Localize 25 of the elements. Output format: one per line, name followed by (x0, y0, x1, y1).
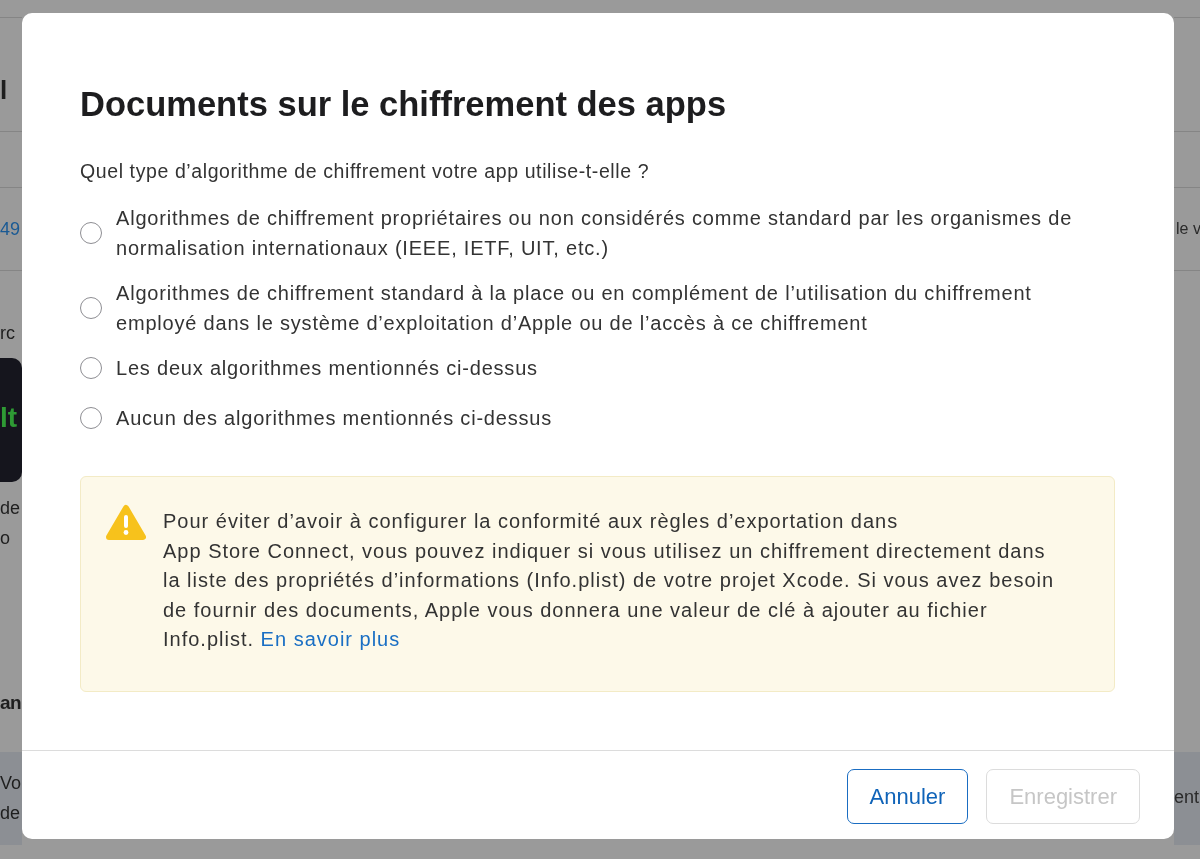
page-heading: l (0, 74, 8, 107)
footer-text: Vo (0, 772, 22, 795)
label-text: rc (0, 322, 15, 345)
link[interactable]: 49 (0, 214, 21, 244)
question-text: Quel type d’algorithme de chiffrement votre app utilise-t-elle ? (80, 159, 651, 184)
caption-text: o (0, 527, 10, 550)
notice-text: Pour éviter d’avoir à configurer la conformité aux règles d’exportation dans App Store Connect, vous pouvez indiquer si vous utilisez un chiffrement directement dans la liste des propriétés d’informations (Info.plist) de votre projet Xcode. Si vous avez besoin de fournir des documents, Apple vous donnera une valeur de clé à ajouter au fichier Info.plist. En savoir plus (163, 509, 1056, 652)
radio-button[interactable] (80, 357, 102, 379)
radio-button[interactable] (80, 297, 102, 319)
app-logo: lt (0, 358, 22, 482)
cancel-button[interactable]: Annuler (846, 769, 969, 824)
caption-text: de (0, 497, 21, 520)
warning-icon (106, 504, 146, 541)
option-label: Les deux algorithmes mentionnés ci-dessus (116, 356, 538, 381)
option-label: Algorithmes de chiffrement standard à la place ou en complément de l’utilisation du chiffrement employé dans le système d’exploitation d’Apple ou de l’accès à ce chiffrement (116, 281, 1033, 336)
radio-button[interactable] (80, 407, 102, 429)
footer-text: de (0, 802, 22, 825)
learn-more-link[interactable]: En savoir plus (260, 628, 401, 650)
row-text: le v (1175, 219, 1200, 239)
radio-button[interactable] (80, 222, 102, 244)
footer-text: ent (1174, 786, 1200, 809)
section-heading: an (0, 691, 22, 715)
option-label: Algorithmes de chiffrement propriétaires ou non considérés comme standard par les organismes de normalisation internationaux (IEEE, IETF, UIT, etc.) (116, 206, 1074, 261)
dialog-title: Documents sur le chiffrement des apps (80, 84, 728, 125)
option-label: Aucun des algorithmes mentionnés ci-dessus (116, 406, 553, 431)
